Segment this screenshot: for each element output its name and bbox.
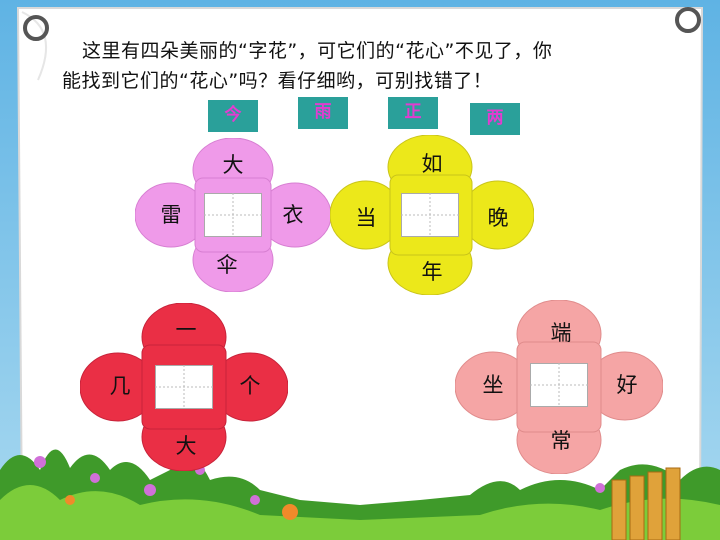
flower-3-top: 一 xyxy=(175,318,197,342)
flower-3-left: 几 xyxy=(109,374,131,398)
flower-1: 大 雷 衣 伞 xyxy=(134,137,332,293)
flower-3-right: 个 xyxy=(239,374,261,398)
flower-2-top: 如 xyxy=(421,152,443,176)
answer-chip-4[interactable]: 两 xyxy=(470,103,520,135)
flower-3-center[interactable] xyxy=(155,365,213,409)
instruction-text: 这里有四朵美丽的“字花”，可它们的“花心”不见了，你 能找到它们的“花心”吗？看… xyxy=(62,36,702,96)
answer-chip-1[interactable]: 今 xyxy=(208,100,258,132)
flower-2-bottom: 年 xyxy=(421,260,443,284)
flower-2: 如 当 晚 年 xyxy=(329,134,535,296)
flower-4-top: 端 xyxy=(550,321,572,345)
flower-3: 一 几 个 大 xyxy=(79,302,289,472)
flower-1-right: 衣 xyxy=(282,203,304,227)
flower-4-left: 坐 xyxy=(482,373,504,397)
flower-4-right: 好 xyxy=(616,373,638,397)
answer-chip-2[interactable]: 雨 xyxy=(298,97,348,129)
answer-chip-3[interactable]: 正 xyxy=(388,97,438,129)
flower-1-left: 雷 xyxy=(160,203,182,227)
flower-2-center[interactable] xyxy=(401,193,459,237)
flower-4: 端 坐 好 常 xyxy=(454,299,664,475)
flower-1-center[interactable] xyxy=(204,193,262,237)
flower-4-center[interactable] xyxy=(530,363,588,407)
flower-4-bottom: 常 xyxy=(550,429,572,453)
instruction-line-2: 能找到它们的“花心”吗？看仔细哟，可别找错了！ xyxy=(62,70,493,92)
flower-2-right: 晚 xyxy=(487,206,509,230)
flower-2-left: 当 xyxy=(355,206,377,230)
flower-3-bottom: 大 xyxy=(175,434,197,458)
flower-1-top: 大 xyxy=(222,153,244,177)
instruction-line-1: 这里有四朵美丽的“字花”，可它们的“花心”不见了，你 xyxy=(82,40,553,62)
flower-1-bottom: 伞 xyxy=(216,253,238,277)
